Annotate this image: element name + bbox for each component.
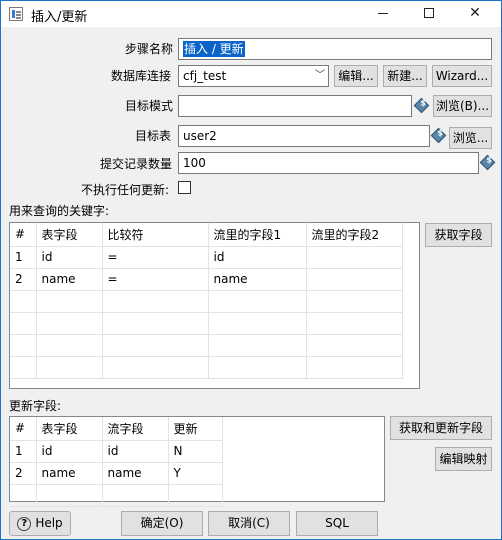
update-fields-label: 更新字段:: [9, 399, 62, 413]
app-icon: [9, 7, 23, 21]
update-fields-table[interactable]: # 表字段 流字段 更新 1 id id N 2 name name Y: [9, 416, 385, 507]
step-name-input[interactable]: 插入 / 更新: [178, 38, 492, 60]
table-cell[interactable]: [306, 268, 403, 291]
step-name-value: 插入 / 更新: [183, 41, 245, 57]
title-bar[interactable]: 插入/更新 ✕: [1, 1, 501, 27]
table-cell[interactable]: id: [208, 246, 307, 269]
db-connection-value: cfj_test: [183, 69, 227, 83]
db-connection-select[interactable]: cfj_test ﹀: [178, 65, 329, 87]
table-row[interactable]: [10, 312, 403, 335]
sql-button[interactable]: SQL: [296, 511, 378, 536]
table-row[interactable]: [10, 334, 403, 357]
table-row[interactable]: 1 id = id: [10, 246, 403, 269]
table-cell[interactable]: 1: [10, 246, 37, 269]
table-cell[interactable]: 2: [10, 462, 37, 485]
get-update-fields-button[interactable]: 获取和更新字段: [390, 416, 492, 440]
minimize-button[interactable]: [360, 1, 406, 27]
variable-icon: [413, 97, 430, 114]
edit-connection-button[interactable]: 编辑...: [334, 65, 378, 87]
table-header-row: # 表字段 比较符 流里的字段1 流里的字段2: [10, 223, 403, 247]
table-cell[interactable]: id: [36, 440, 103, 463]
no-update-label: 不执行任何更新:: [81, 183, 170, 197]
column-header[interactable]: 表字段: [36, 223, 103, 247]
column-header[interactable]: #: [10, 223, 37, 247]
chevron-down-icon[interactable]: ﹀: [312, 66, 328, 86]
table-cell[interactable]: id: [102, 440, 169, 463]
table-cell[interactable]: 2: [10, 268, 37, 291]
table-cell[interactable]: name: [102, 462, 169, 485]
db-connection-label: 数据库连接: [111, 69, 172, 83]
table-cell[interactable]: =: [102, 268, 209, 291]
table-header-row: # 表字段 流字段 更新: [10, 417, 223, 441]
table-cell[interactable]: id: [36, 246, 103, 269]
target-table-label: 目标表: [135, 129, 172, 143]
table-cell[interactable]: [306, 246, 403, 269]
target-schema-label: 目标模式: [125, 99, 174, 113]
column-header[interactable]: 流里的字段2: [306, 223, 403, 247]
commit-size-label: 提交记录数量: [100, 157, 173, 171]
wizard-button[interactable]: Wizard...: [432, 65, 492, 87]
column-header[interactable]: 流字段: [102, 417, 169, 441]
no-update-checkbox[interactable]: [178, 181, 191, 194]
browse-table-button[interactable]: 浏览...: [449, 127, 492, 149]
commit-size-input[interactable]: 100: [178, 152, 479, 174]
help-button[interactable]: ? Help: [9, 511, 71, 536]
table-cell[interactable]: Y: [168, 462, 223, 485]
variable-icon: [430, 127, 447, 144]
cancel-button[interactable]: 取消(C): [208, 511, 290, 536]
help-label: Help: [35, 516, 63, 530]
maximize-button[interactable]: [406, 1, 452, 27]
close-button[interactable]: ✕: [452, 1, 498, 27]
minimize-icon: [378, 12, 388, 14]
edit-mapping-button[interactable]: 编辑映射: [435, 447, 492, 471]
ok-button[interactable]: 确定(O): [121, 511, 203, 536]
column-header[interactable]: 表字段: [36, 417, 103, 441]
maximize-icon: [424, 8, 434, 18]
column-header[interactable]: 比较符: [102, 223, 209, 247]
dialog-window: 插入/更新 ✕ 步骤名称 插入 / 更新 数据库连接 cfj_test ﹀ 编辑…: [0, 0, 502, 540]
window-title: 插入/更新: [31, 10, 88, 25]
table-row[interactable]: 2 name = name: [10, 268, 403, 291]
table-cell[interactable]: 1: [10, 440, 37, 463]
lookup-keys-label: 用来查询的关键字:: [9, 204, 110, 218]
table-cell[interactable]: name: [36, 268, 103, 291]
table-row[interactable]: [10, 484, 223, 507]
column-header[interactable]: 更新: [168, 417, 223, 441]
table-cell[interactable]: name: [36, 462, 103, 485]
table-cell[interactable]: =: [102, 246, 209, 269]
table-row[interactable]: [10, 356, 403, 379]
get-fields-button[interactable]: 获取字段: [425, 223, 492, 247]
table-row[interactable]: [10, 290, 403, 313]
table-cell[interactable]: name: [208, 268, 307, 291]
table-cell[interactable]: N: [168, 440, 223, 463]
step-name-label: 步骤名称: [125, 42, 174, 56]
browse-schema-button[interactable]: 浏览(B)...: [433, 95, 492, 117]
column-header[interactable]: 流里的字段1: [208, 223, 307, 247]
column-header[interactable]: #: [10, 417, 37, 441]
target-schema-input[interactable]: [178, 95, 412, 117]
target-table-input[interactable]: user2: [178, 125, 430, 147]
table-row[interactable]: 1 id id N: [10, 440, 223, 463]
help-icon: ?: [17, 516, 32, 531]
variable-icon: [479, 154, 496, 171]
table-row[interactable]: 2 name name Y: [10, 462, 223, 485]
new-connection-button[interactable]: 新建...: [383, 65, 427, 87]
lookup-keys-table[interactable]: # 表字段 比较符 流里的字段1 流里的字段2 1 id = id 2 name…: [9, 222, 420, 389]
close-icon: ✕: [469, 5, 481, 21]
